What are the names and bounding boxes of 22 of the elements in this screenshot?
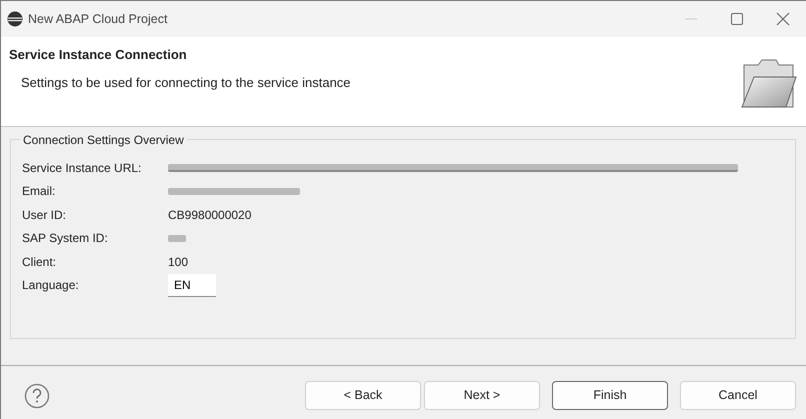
field-label: Service Instance URL: xyxy=(22,160,142,177)
language-field[interactable]: EN xyxy=(168,274,216,297)
field-label: Client: xyxy=(22,254,58,271)
maximize-icon[interactable] xyxy=(729,11,745,27)
page-description: Settings to be used for connecting to the service instance xyxy=(20,74,351,92)
field-label: User ID: xyxy=(22,206,68,224)
wizard-button[interactable]: Next > xyxy=(424,381,540,410)
wizard-button[interactable]: Finish xyxy=(552,381,668,410)
field-label: SAP System ID: xyxy=(22,230,109,248)
field-value: CB9980000020 xyxy=(168,206,252,224)
field-value: 100 xyxy=(168,254,188,271)
help-button[interactable] xyxy=(24,382,50,408)
field-label: Email: xyxy=(22,183,56,200)
wizard-button[interactable]: Cancel xyxy=(680,381,796,410)
field-label: Language: xyxy=(22,277,80,294)
page-title: Service Instance Connection xyxy=(8,46,188,64)
redacted-text xyxy=(168,234,186,242)
app-icon xyxy=(7,11,23,27)
close-icon[interactable] xyxy=(775,11,791,27)
wizard-button[interactable]: < Back xyxy=(305,381,421,410)
window-title: New ABAP Cloud Project xyxy=(28,10,168,28)
folder-icon xyxy=(740,57,798,109)
